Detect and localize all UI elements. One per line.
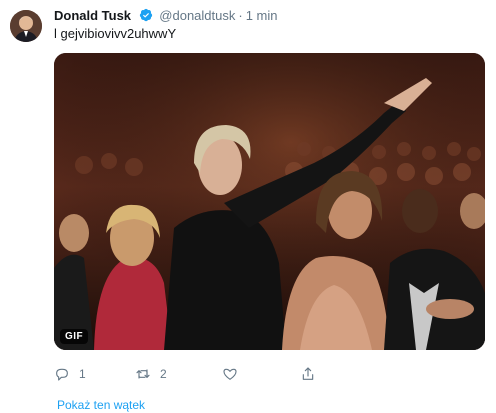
timestamp[interactable]: 1 min (246, 8, 278, 23)
verified-badge-icon (139, 8, 152, 22)
tweet: Donald Tusk @donaldtusk · 1 min l gejvibio… (0, 0, 496, 413)
gif-badge: GIF (60, 329, 89, 344)
author-handle[interactable]: @donaldtusk (159, 8, 235, 23)
reply-icon (56, 368, 68, 381)
share-icon (302, 367, 314, 380)
reply-button[interactable]: 1 (54, 364, 86, 384)
retweet-icon (136, 369, 150, 379)
separator-dot: · (238, 8, 243, 23)
heart-icon (223, 368, 237, 380)
reply-count: 1 (79, 367, 86, 381)
tweet-header: Donald Tusk @donaldtusk · 1 min (54, 8, 278, 24)
author-name[interactable]: Donald Tusk (54, 8, 131, 23)
tweet-actions: 1 2 (54, 364, 434, 384)
show-thread-link[interactable]: Pokaż ten wątek (57, 398, 145, 412)
avatar[interactable] (10, 10, 42, 42)
share-button[interactable] (300, 364, 316, 384)
retweet-count: 2 (160, 367, 167, 381)
like-button[interactable] (222, 364, 247, 384)
gif-frame-image (54, 53, 485, 350)
tweet-text: l gejvibiovivv2uhwwY (54, 26, 177, 41)
tweet-gif[interactable]: GIF (54, 53, 485, 350)
retweet-button[interactable]: 2 (135, 364, 167, 384)
